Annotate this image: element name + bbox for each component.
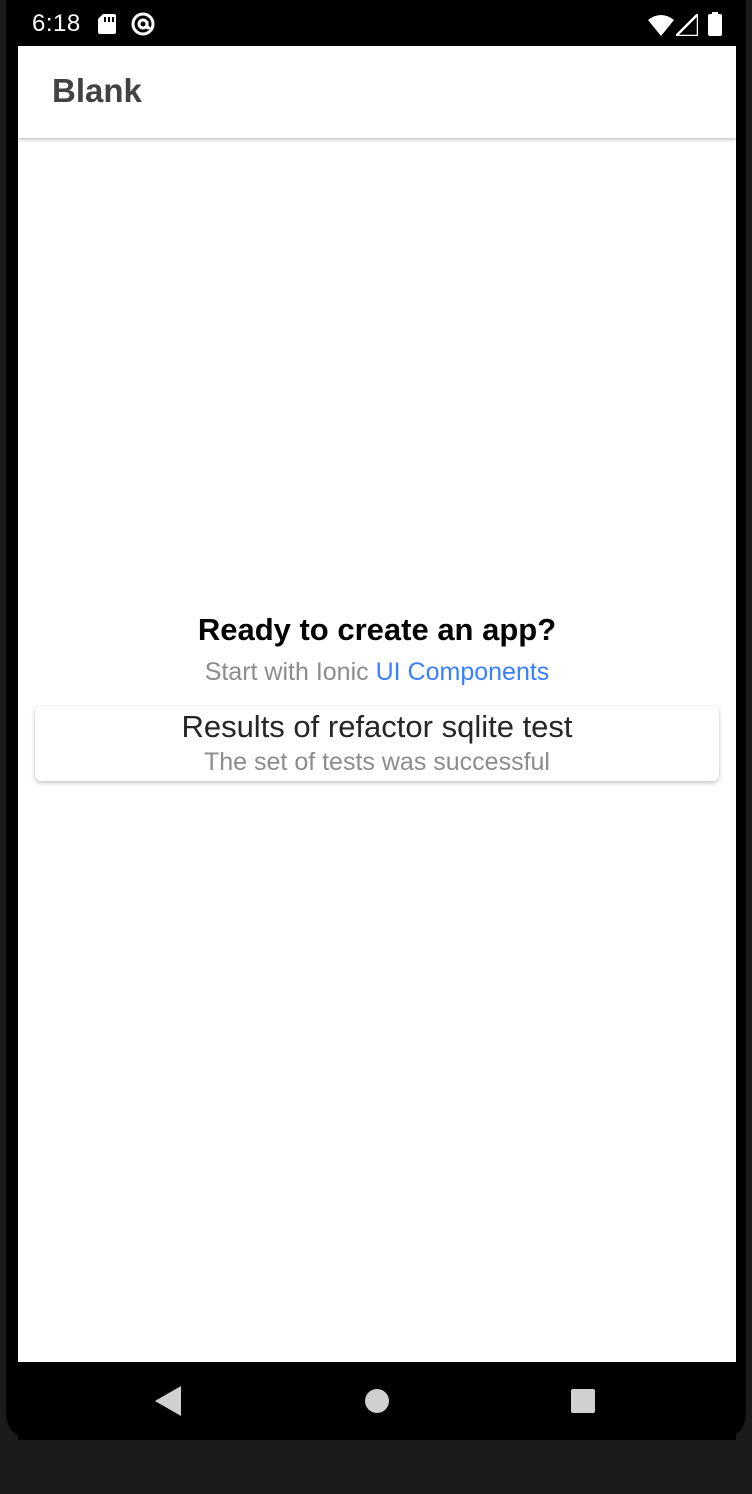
wifi-icon: [648, 15, 674, 36]
app-toolbar: Blank: [18, 46, 736, 138]
cell-signal-icon: [676, 14, 698, 36]
card-subtitle: The set of tests was successful: [204, 748, 550, 776]
subline-prefix: Start with Ionic: [204, 658, 369, 686]
status-time: 6:18: [32, 10, 81, 37]
system-nav-bar: [18, 1362, 736, 1440]
app-screen: Blank Ready to create an app? Start with…: [18, 46, 736, 1362]
card-title: Results of refactor sqlite test: [181, 709, 573, 744]
page-title: Blank: [52, 72, 142, 109]
results-card: Results of refactor sqlite test The set …: [35, 706, 719, 781]
welcome-subline: Start with Ionic UI Components: [18, 656, 736, 688]
welcome-heading: Ready to create an app?: [197, 612, 557, 647]
at-sign-icon: [131, 12, 155, 36]
battery-icon: [708, 12, 722, 36]
ui-components-link[interactable]: UI Components: [376, 658, 550, 686]
home-icon[interactable]: [365, 1389, 389, 1413]
status-bar: 6:18: [18, 0, 736, 46]
welcome-container: Ready to create an app? Start with Ionic…: [18, 608, 736, 688]
back-icon[interactable]: [155, 1386, 181, 1416]
recents-icon[interactable]: [571, 1389, 595, 1413]
sd-card-icon: [98, 14, 116, 34]
